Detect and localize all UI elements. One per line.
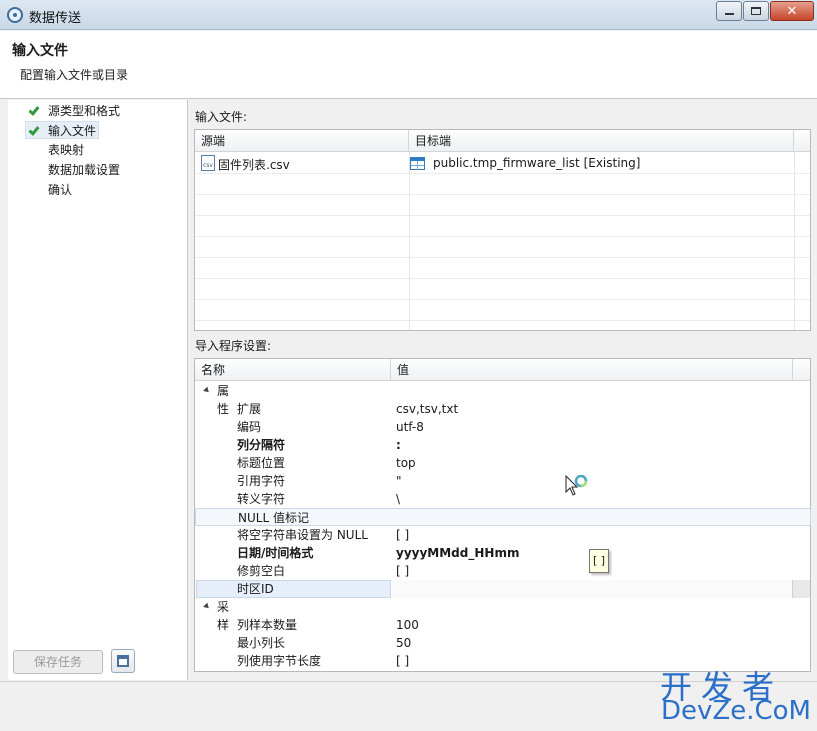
property-name: 列分隔符	[237, 438, 286, 452]
property-name: 列样本数量	[237, 618, 298, 632]
property-value[interactable]: 50	[396, 634, 411, 652]
property-name: 将空字符串设置为 NULL	[237, 528, 368, 542]
property-row-editing[interactable]: 时区ID	[195, 580, 811, 598]
minimize-button[interactable]	[716, 1, 742, 21]
table-row	[195, 174, 810, 195]
maximize-icon	[751, 7, 761, 15]
property-value[interactable]: [ ]	[396, 562, 409, 580]
nav-item-input-files[interactable]: 输入文件	[25, 121, 100, 139]
page-description: 配置输入文件或目录	[20, 68, 129, 82]
page-title: 输入文件	[12, 43, 68, 59]
task-icon	[117, 655, 129, 667]
maximize-button[interactable]	[743, 1, 769, 21]
main-panel: 输入文件: 源端 目标端 csv 固件列表.csv public.tmp_fir…	[189, 100, 817, 680]
property-value[interactable]: :	[396, 436, 401, 454]
column-header-name[interactable]: 名称	[195, 359, 391, 381]
collapse-arrow-icon[interactable]	[203, 602, 211, 611]
nav-item-label: 输入文件	[48, 124, 97, 138]
property-name: 转义字符	[237, 492, 286, 506]
property-name: 引用字符	[237, 474, 286, 488]
property-value[interactable]: [ ]	[396, 652, 409, 670]
property-row-selected[interactable]: NULL 值标记	[195, 508, 811, 526]
collapse-arrow-icon[interactable]	[203, 386, 211, 395]
minimize-icon	[724, 13, 734, 15]
column-header-value[interactable]: 值	[391, 359, 793, 381]
table-row	[195, 258, 810, 279]
nav-item-label: 确认	[48, 183, 73, 197]
nav-item-label: 源类型和格式	[48, 104, 121, 118]
nav-item-table-mapping[interactable]: 表映射	[26, 141, 84, 159]
property-name: 最小列长	[237, 636, 286, 650]
table-row	[195, 195, 810, 216]
property-name: 标题位置	[237, 456, 286, 470]
property-value[interactable]: top	[396, 454, 416, 472]
table-row	[195, 279, 810, 300]
table-row	[195, 216, 810, 237]
importer-settings-label: 导入程序设置:	[195, 339, 272, 353]
watermark-text: DevZe.CoM	[661, 696, 811, 726]
task-icon-button[interactable]	[111, 649, 135, 673]
table-row	[195, 300, 810, 321]
csv-file-icon: csv	[201, 155, 215, 171]
property-name: 编码	[237, 420, 262, 434]
property-name: 列使用字节长度	[237, 654, 322, 668]
close-button[interactable]: ✕	[770, 1, 814, 21]
property-value[interactable]: [ ]	[396, 526, 409, 544]
table-header: 名称 值	[195, 359, 810, 381]
property-row[interactable]: 将空字符串设置为 NULL [ ]	[195, 526, 811, 544]
check-icon	[28, 104, 40, 116]
nav-item-label: 数据加载设置	[48, 163, 121, 177]
property-row[interactable]: 列样本数量 100	[195, 616, 811, 634]
property-name: 扩展	[237, 402, 262, 416]
table-header: 源端 目标端	[195, 130, 810, 152]
save-task-button[interactable]: 保存任务	[13, 650, 103, 674]
property-value[interactable]: \	[396, 490, 400, 508]
value-tooltip: [ ]	[589, 549, 609, 573]
property-value[interactable]: "	[396, 472, 402, 490]
column-header-source[interactable]: 源端	[195, 130, 409, 152]
close-icon: ✕	[786, 3, 798, 19]
table-row	[195, 237, 810, 258]
target-table-name: public.tmp_firmware_list [Existing]	[433, 156, 641, 170]
source-file-name: 固件列表.csv	[218, 158, 290, 172]
property-name: NULL 值标记	[238, 511, 309, 525]
property-row[interactable]: 编码 utf-8	[195, 418, 811, 436]
property-row[interactable]: 标题位置 top	[195, 454, 811, 472]
app-icon	[7, 7, 23, 23]
wizard-steps-nav: 源类型和格式 输入文件 表映射 数据加载设置 确认 保存任务	[8, 100, 188, 680]
property-row[interactable]: 列分隔符:	[195, 436, 811, 454]
property-row[interactable]: 引用字符 "	[195, 472, 811, 490]
nav-item-confirm[interactable]: 确认	[26, 181, 72, 199]
table-icon	[410, 157, 425, 170]
property-name: 修剪空白	[237, 564, 286, 578]
property-value-editor[interactable]	[392, 580, 792, 598]
property-name: 日期/时间格式	[237, 546, 314, 560]
property-value[interactable]: yyyyMMdd_HHmm	[396, 544, 519, 562]
property-name-cell	[196, 580, 391, 598]
table-row[interactable]: csv 固件列表.csv public.tmp_firmware_list [E…	[195, 153, 810, 174]
window-title: 数据传送	[29, 11, 82, 26]
property-value[interactable]: csv,tsv,txt	[396, 400, 458, 418]
busy-cursor-icon	[565, 475, 588, 496]
property-row[interactable]: 日期/时间格式 yyyyMMdd_HHmm	[195, 544, 811, 562]
nav-item-label: 表映射	[48, 143, 85, 157]
wizard-header: 输入文件 配置输入文件或目录	[0, 31, 817, 99]
property-value[interactable]: 100	[396, 616, 419, 634]
property-row[interactable]: 扩展 csv,tsv,txt	[195, 400, 811, 418]
column-header-target[interactable]: 目标端	[409, 130, 794, 152]
value-dropdown-button[interactable]	[792, 580, 810, 598]
check-icon	[28, 124, 40, 136]
property-row[interactable]: 修剪空白 [ ]	[195, 562, 811, 580]
nav-item-load-settings[interactable]: 数据加载设置	[26, 161, 120, 179]
nav-item-source-type[interactable]: 源类型和格式	[26, 102, 120, 120]
title-bar: 数据传送 ✕	[0, 0, 817, 30]
property-row[interactable]: 转义字符 \	[195, 490, 811, 508]
property-row[interactable]: 最小列长 50	[195, 634, 811, 652]
importer-settings-table: 名称 值 属性 扩展 csv,tsv,txt 编码 utf-8 列分隔符: 标题位置…	[194, 358, 811, 672]
input-files-label: 输入文件:	[195, 110, 248, 124]
input-files-table: 源端 目标端 csv 固件列表.csv public.tmp_firmware_…	[194, 129, 811, 331]
property-name: 时区ID	[237, 582, 274, 596]
property-value[interactable]: utf-8	[396, 418, 424, 436]
